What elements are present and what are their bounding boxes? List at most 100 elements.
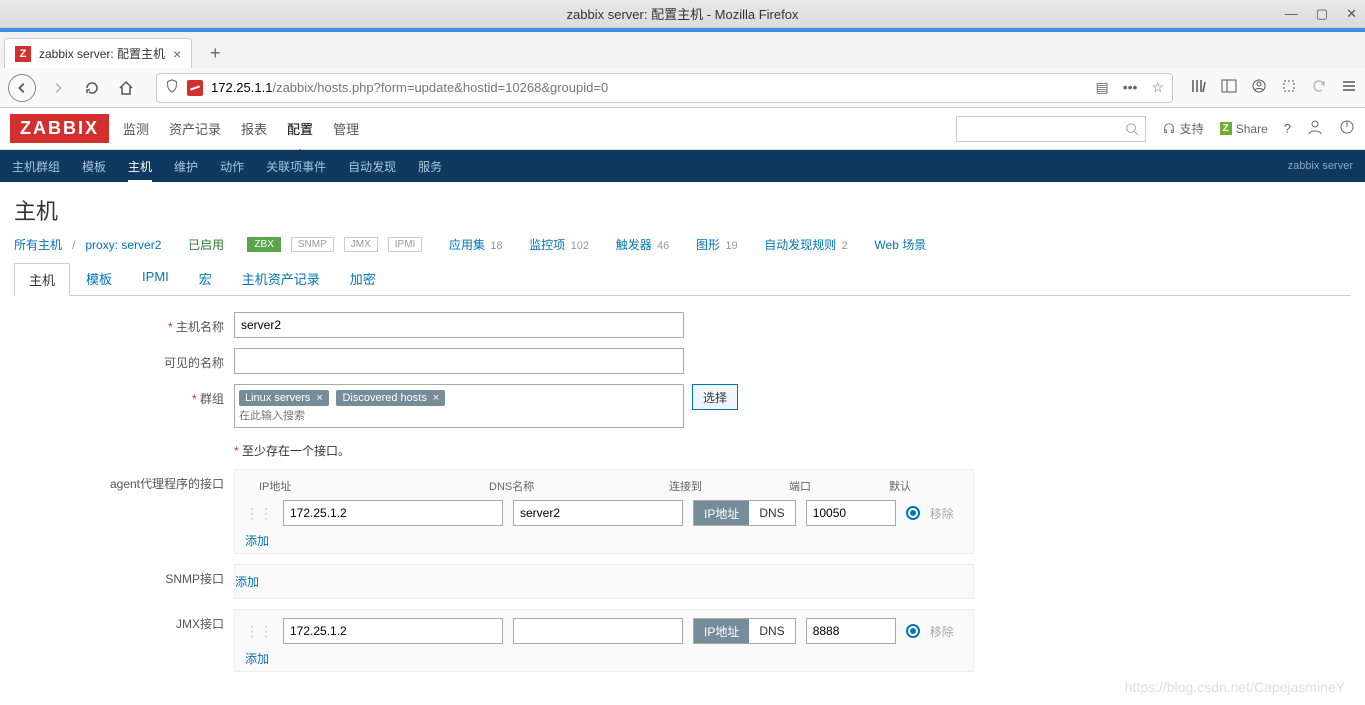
zabbix-logo[interactable]: ZABBIX <box>10 114 109 143</box>
toggle-jmx-connect[interactable]: IP地址 DNS <box>693 618 796 644</box>
home-button[interactable] <box>114 76 138 100</box>
menu-administration[interactable]: 管理 <box>333 109 359 148</box>
new-tab-button[interactable]: + <box>200 38 230 68</box>
host-status: 已启用 <box>188 236 224 253</box>
group-tag-discovered[interactable]: Discovered hosts× <box>336 390 445 406</box>
reader-icon[interactable]: ▤ <box>1095 79 1108 96</box>
protection-icon[interactable] <box>1281 78 1297 97</box>
link-items[interactable]: 监控项 102 <box>529 236 589 253</box>
minimize-button[interactable]: — <box>1285 6 1298 22</box>
input-jmx-port[interactable] <box>806 618 896 644</box>
breadcrumb-all-hosts[interactable]: 所有主机 <box>14 236 62 253</box>
radio-agent-default[interactable] <box>906 506 920 520</box>
button-select-groups[interactable]: 选择 <box>692 384 738 410</box>
badge-jmx: JMX <box>344 237 378 252</box>
drag-handle-icon[interactable]: ⋮⋮ <box>245 505 273 522</box>
input-agent-ip[interactable] <box>283 500 503 526</box>
forward-button[interactable] <box>46 76 70 100</box>
browser-tab[interactable]: Z zabbix server: 配置主机 × <box>4 38 192 68</box>
tab-templates[interactable]: 模板 <box>72 263 126 295</box>
link-add-agent[interactable]: 添加 <box>245 534 269 548</box>
sidebar-icon[interactable] <box>1221 78 1237 97</box>
toggle-ip[interactable]: IP地址 <box>694 619 749 643</box>
multiselect-groups[interactable]: Linux servers× Discovered hosts× <box>234 384 684 428</box>
page-actions-icon[interactable]: ••• <box>1123 79 1138 96</box>
shield-icon <box>165 79 179 96</box>
tab-macros[interactable]: 宏 <box>185 263 226 295</box>
toggle-ip[interactable]: IP地址 <box>694 501 749 525</box>
submenu-discovery[interactable]: 自动发现 <box>348 150 396 183</box>
arrow-left-icon <box>15 81 29 95</box>
tab-inventory[interactable]: 主机资产记录 <box>228 263 334 295</box>
user-icon[interactable] <box>1307 119 1323 138</box>
submenu-hosts[interactable]: 主机 <box>128 150 152 183</box>
link-add-snmp[interactable]: 添加 <box>235 575 259 589</box>
toggle-dns[interactable]: DNS <box>749 501 794 525</box>
header-right: 支持 Z Share ? <box>956 116 1355 142</box>
link-graphs[interactable]: 图形 19 <box>696 236 738 253</box>
input-hostname[interactable] <box>234 312 684 338</box>
bookmark-star-icon[interactable]: ☆ <box>1151 79 1164 96</box>
remove-tag-icon[interactable]: × <box>316 392 322 404</box>
submenu-maintenance[interactable]: 维护 <box>174 150 198 183</box>
toggle-agent-connect[interactable]: IP地址 DNS <box>693 500 796 526</box>
jmx-interface-row: ⋮⋮ IP地址 DNS 移除 <box>245 618 963 644</box>
tab-encryption[interactable]: 加密 <box>336 263 390 295</box>
main-menu: 监测 资产记录 报表 配置 管理 <box>123 109 359 148</box>
library-icon[interactable] <box>1191 78 1207 97</box>
toggle-dns[interactable]: DNS <box>749 619 794 643</box>
remove-tag-icon[interactable]: × <box>433 392 439 404</box>
power-icon[interactable] <box>1339 119 1355 138</box>
link-triggers[interactable]: 触发器 46 <box>616 236 670 253</box>
link-discovery[interactable]: 自动发现规则 2 <box>764 236 847 253</box>
menu-inventory[interactable]: 资产记录 <box>169 109 221 148</box>
os-titlebar: zabbix server: 配置主机 - Mozilla Firefox — … <box>0 0 1365 28</box>
zabbix-submenu: 主机群组 模板 主机 维护 动作 关联项事件 自动发现 服务 zabbix se… <box>0 150 1365 182</box>
support-link[interactable]: 支持 <box>1162 120 1204 137</box>
tab-host[interactable]: 主机 <box>14 263 70 296</box>
os-window-controls: — ▢ ✕ <box>1285 6 1357 22</box>
radio-jmx-default[interactable] <box>906 624 920 638</box>
tab-close-icon[interactable]: × <box>173 46 181 62</box>
share-link[interactable]: Z Share <box>1220 122 1268 136</box>
submenu-actions[interactable]: 动作 <box>220 150 244 183</box>
share-badge-icon: Z <box>1220 122 1232 135</box>
undo-icon[interactable] <box>1311 78 1327 97</box>
input-group-search[interactable] <box>239 410 679 422</box>
input-jmx-ip[interactable] <box>283 618 503 644</box>
input-agent-dns[interactable] <box>513 500 683 526</box>
link-applications[interactable]: 应用集 18 <box>449 236 503 253</box>
menu-monitoring[interactable]: 监测 <box>123 109 149 148</box>
close-button[interactable]: ✕ <box>1346 6 1357 22</box>
link-web[interactable]: Web 场景 <box>874 236 926 253</box>
header-search[interactable] <box>956 116 1146 142</box>
iface-header: IP地址 DNS名称 连接到 端口 默认 <box>245 478 963 494</box>
label-groups: 群组 <box>14 384 234 407</box>
submenu-services[interactable]: 服务 <box>418 150 442 183</box>
submenu-hostgroups[interactable]: 主机群组 <box>12 150 60 183</box>
browser-toolbar-right <box>1191 78 1357 97</box>
url-bar[interactable]: 172.25.1.1/zabbix/hosts.php?form=update&… <box>156 73 1173 103</box>
menu-configuration[interactable]: 配置 <box>287 109 313 148</box>
group-tag-linux[interactable]: Linux servers× <box>239 390 329 406</box>
breadcrumb-proxy[interactable]: proxy: server2 <box>85 238 161 252</box>
submenu-correlation[interactable]: 关联项事件 <box>266 150 326 183</box>
agent-interface-box: IP地址 DNS名称 连接到 端口 默认 ⋮⋮ IP地址 DNS <box>234 469 974 554</box>
back-button[interactable] <box>8 74 36 102</box>
account-icon[interactable] <box>1251 78 1267 97</box>
submenu-templates[interactable]: 模板 <box>82 150 106 183</box>
tab-ipmi[interactable]: IPMI <box>128 263 183 295</box>
menu-reports[interactable]: 报表 <box>241 109 267 148</box>
maximize-button[interactable]: ▢ <box>1316 6 1328 22</box>
input-jmx-dns[interactable] <box>513 618 683 644</box>
label-visible-name: 可见的名称 <box>14 348 234 371</box>
input-agent-port[interactable] <box>806 500 896 526</box>
headset-icon <box>1162 122 1176 136</box>
link-add-jmx[interactable]: 添加 <box>245 652 269 666</box>
reload-button[interactable] <box>80 76 104 100</box>
help-link[interactable]: ? <box>1284 121 1291 136</box>
input-visible-name[interactable] <box>234 348 684 374</box>
hamburger-menu-icon[interactable] <box>1341 78 1357 97</box>
drag-handle-icon[interactable]: ⋮⋮ <box>245 623 273 640</box>
url-text: 172.25.1.1/zabbix/hosts.php?form=update&… <box>211 80 1087 95</box>
